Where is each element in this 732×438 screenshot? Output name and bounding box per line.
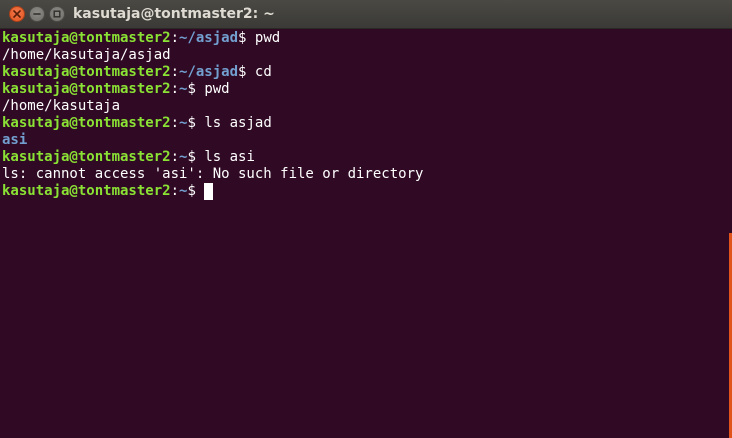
prompt-path: ~ — [179, 115, 188, 131]
prompt-path: ~/asjad — [179, 64, 239, 80]
prompt-path: ~ — [179, 149, 188, 165]
command-text: pwd — [254, 30, 281, 46]
prompt-separator: : — [170, 64, 180, 80]
command-text: ls asjad — [204, 115, 272, 131]
close-button[interactable] — [9, 6, 25, 22]
prompt-line: kasutaja@tontmaster2: ~ $ ls asjad — [2, 115, 722, 132]
terminal-output[interactable]: kasutaja@tontmaster2: ~/asjad $ pwd/home/k… — [2, 30, 722, 438]
prompt-symbol: $ — [238, 30, 255, 46]
prompt-user-host: kasutaja@tontmaster2 — [2, 81, 171, 97]
output-line: ls: cannot access 'asi': No such file or… — [2, 166, 722, 183]
prompt-path: ~ — [179, 81, 188, 97]
close-icon — [13, 10, 21, 18]
prompt-user-host: kasutaja@tontmaster2 — [2, 64, 171, 80]
output-line: /home/kasutaja/asjad — [2, 47, 722, 64]
minimize-button[interactable] — [29, 6, 45, 22]
prompt-user-host: kasutaja@tontmaster2 — [2, 115, 171, 131]
prompt-user-host: kasutaja@tontmaster2 — [2, 149, 171, 165]
prompt-line: kasutaja@tontmaster2: ~/asjad $ pwd — [2, 30, 722, 47]
output-text: /home/kasutaja — [2, 98, 121, 114]
prompt-line: kasutaja@tontmaster2: ~/asjad $ cd — [2, 64, 722, 81]
prompt-path: ~ — [179, 183, 188, 199]
window-title: kasutaja@tontmaster2: ~ — [73, 6, 275, 22]
minimize-icon — [33, 13, 41, 15]
prompt-symbol: $ — [238, 64, 255, 80]
command-text: cd — [254, 64, 272, 80]
output-text: ls: cannot access 'asi': No such file or… — [2, 166, 424, 182]
directory-entry: asi — [2, 132, 28, 148]
prompt-symbol: $ — [187, 81, 205, 97]
prompt-symbol: $ — [187, 115, 205, 131]
prompt-user-host: kasutaja@tontmaster2 — [2, 183, 171, 199]
prompt-separator: : — [170, 81, 180, 97]
prompt-line: kasutaja@tontmaster2: ~ $ pwd — [2, 81, 722, 98]
prompt-separator: : — [170, 115, 180, 131]
prompt-path: ~/asjad — [179, 30, 239, 46]
prompt-separator: : — [170, 30, 180, 46]
prompt-line: kasutaja@tontmaster2: ~ $ — [2, 183, 722, 200]
title-bar[interactable]: kasutaja@tontmaster2: ~ — [0, 0, 732, 29]
maximize-button[interactable] — [49, 6, 65, 22]
command-text: ls asi — [204, 149, 255, 165]
prompt-symbol: $ — [187, 149, 205, 165]
prompt-line: kasutaja@tontmaster2: ~ $ ls asi — [2, 149, 722, 166]
prompt-user-host: kasutaja@tontmaster2 — [2, 30, 171, 46]
output-line: asi — [2, 132, 722, 149]
output-line: /home/kasutaja — [2, 98, 722, 115]
output-text: /home/kasutaja/asjad — [2, 47, 171, 63]
prompt-separator: : — [170, 149, 180, 165]
text-cursor — [204, 183, 214, 200]
prompt-symbol: $ — [187, 183, 205, 199]
maximize-icon — [53, 10, 61, 18]
command-text: pwd — [204, 81, 230, 97]
terminal-window: kasutaja@tontmaster2: ~ kasutaja@tontmas… — [0, 0, 732, 438]
prompt-separator: : — [170, 183, 180, 199]
